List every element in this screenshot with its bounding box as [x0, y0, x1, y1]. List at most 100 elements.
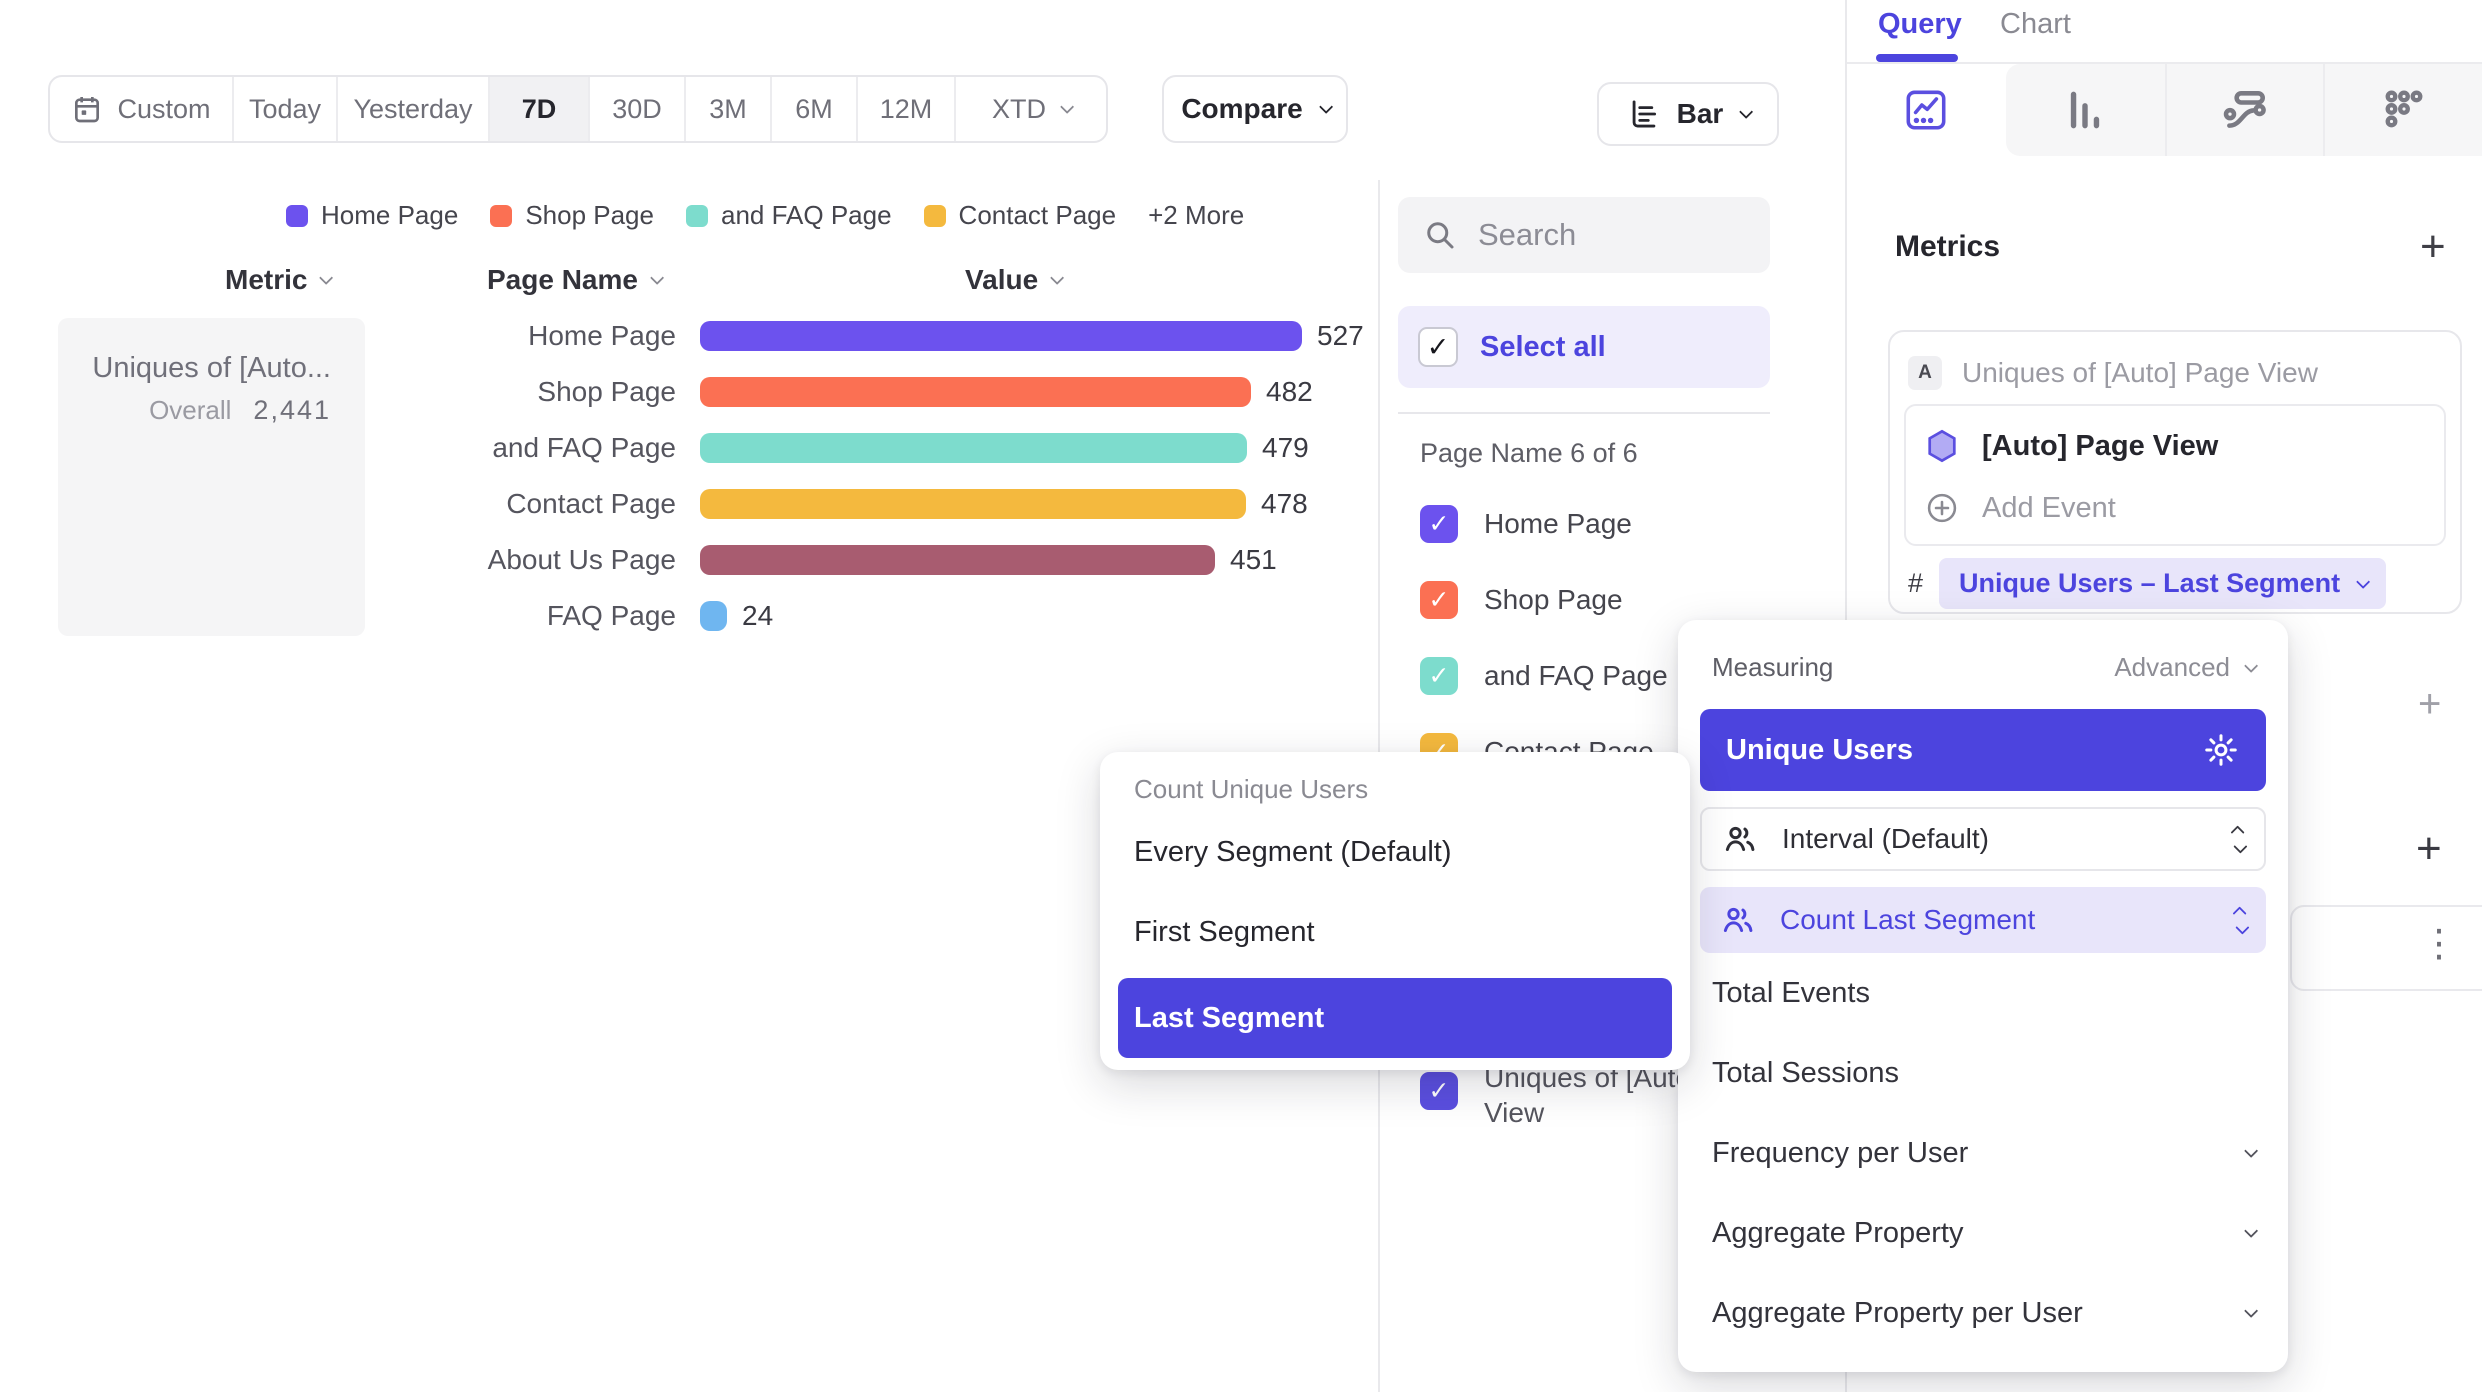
bar-row: and FAQ Page479 [0, 420, 1370, 476]
tab-chart[interactable]: Chart [2000, 8, 2071, 41]
advanced-toggle[interactable]: Advanced [2114, 652, 2254, 683]
bar-and-faq-page[interactable] [700, 433, 1247, 463]
option-first-segment[interactable]: First Segment [1134, 892, 1315, 972]
column-header-page-name[interactable]: Page Name [487, 264, 660, 296]
column-header-value[interactable]: Value [965, 264, 1060, 296]
calendar-icon [71, 93, 103, 125]
column-header-metric[interactable]: Metric [225, 264, 329, 296]
measuring-header: Measuring Advanced [1700, 652, 2266, 683]
active-tab-underline [1876, 54, 1958, 62]
add-event-icon [1924, 490, 1960, 526]
chevron-down-icon [2356, 574, 2370, 588]
range-today[interactable]: Today [232, 77, 336, 141]
report-type-tabs [1847, 64, 2482, 156]
option-aggregate-property-per-user[interactable]: Aggregate Property per User [1700, 1273, 2266, 1353]
chevron-down-icon [1739, 105, 1753, 119]
tab-flows[interactable] [2165, 64, 2324, 156]
option-frequency-per-user[interactable]: Frequency per User [1700, 1113, 2266, 1193]
checkbox-checked[interactable] [1420, 1072, 1458, 1110]
legend-swatch [490, 205, 512, 227]
chevron-down-icon [650, 271, 664, 285]
insights-icon [1901, 85, 1951, 135]
tab-funnels[interactable] [2006, 64, 2165, 156]
segment-count-popup: Count Unique Users Every Segment (Defaul… [1100, 752, 1690, 1070]
bar-row: About Us Page451 [0, 532, 1370, 588]
bar-chart: Home Page527 Shop Page482 and FAQ Page47… [0, 308, 1370, 644]
hash-icon: # [1908, 568, 1923, 599]
chart-type-select[interactable]: Bar [1597, 82, 1779, 146]
bar-about-us-page[interactable] [700, 545, 1215, 575]
users-icon [1720, 902, 1756, 938]
range-30d[interactable]: 30D [588, 77, 684, 141]
range-xtd[interactable]: XTD [954, 77, 1106, 141]
chevron-down-icon [2244, 1304, 2258, 1318]
bar-home-page[interactable] [700, 321, 1302, 351]
range-7d[interactable]: 7D [488, 77, 588, 141]
filter-group-label: Page Name 6 of 6 [1420, 438, 1638, 469]
legend-more[interactable]: +2 More [1148, 200, 1244, 231]
funnel-icon [2060, 85, 2110, 135]
option-unique-users[interactable]: Unique Users [1700, 709, 2266, 791]
compare-button[interactable]: Compare [1162, 75, 1348, 143]
legend-item[interactable]: Shop Page [490, 200, 654, 231]
legend-swatch [286, 205, 308, 227]
gear-icon[interactable] [2202, 731, 2240, 769]
filter-item-home-page[interactable]: Home Page [1398, 486, 1778, 562]
range-label: Custom [117, 94, 210, 125]
popup-title: Count Unique Users [1134, 774, 1368, 805]
bar-row: FAQ Page24 [0, 588, 1370, 644]
checkbox-checked[interactable] [1420, 657, 1458, 695]
add-breakdown-button[interactable]: + [2416, 824, 2442, 874]
metric-card[interactable]: A Uniques of [Auto] Page View [Auto] Pag… [1888, 330, 2462, 614]
bar-shop-page[interactable] [700, 377, 1251, 407]
metrics-section-title: Metrics [1895, 230, 2000, 264]
measure-pill[interactable]: Unique Users – Last Segment [1939, 558, 2386, 609]
legend-swatch [686, 205, 708, 227]
legend-item[interactable]: Home Page [286, 200, 458, 231]
flows-icon [2220, 85, 2270, 135]
hexagon-event-icon [1924, 428, 1960, 464]
metric-badge: A [1908, 356, 1942, 390]
event-row[interactable]: [Auto] Page View [1924, 428, 2218, 464]
bar-row: Shop Page482 [0, 364, 1370, 420]
date-range-toolbar: Custom Today Yesterday 7D 30D 3M 6M 12M … [48, 75, 1108, 143]
bar-row: Contact Page478 [0, 476, 1370, 532]
option-interval-default[interactable]: Interval (Default) [1700, 807, 2266, 871]
tab-query[interactable]: Query [1878, 8, 1962, 41]
kebab-menu-icon[interactable]: ⋮ [2420, 921, 2460, 966]
legend-item[interactable]: and FAQ Page [686, 200, 892, 231]
add-metric-button[interactable]: + [2420, 222, 2446, 272]
range-3m[interactable]: 3M [684, 77, 770, 141]
chevron-down-icon [320, 271, 334, 285]
search-input[interactable]: Search [1398, 197, 1770, 273]
add-event-button[interactable]: Add Event [1924, 490, 2116, 526]
chart-legend: Home Page Shop Page and FAQ Page Contact… [286, 200, 1244, 231]
chevron-down-icon [2244, 658, 2258, 672]
tab-retention[interactable] [2323, 64, 2482, 156]
chevron-down-icon [1319, 100, 1333, 114]
segment-card[interactable]: ⋮ [2290, 905, 2482, 991]
option-last-segment-selected[interactable]: Last Segment [1118, 978, 1672, 1058]
bar-row: Home Page527 [0, 308, 1370, 364]
checkbox-checked[interactable] [1420, 505, 1458, 543]
select-all-checkbox[interactable] [1418, 327, 1458, 367]
add-filter-button[interactable]: + [2418, 682, 2441, 727]
option-total-events[interactable]: Total Events [1700, 953, 2266, 1033]
bar-contact-page[interactable] [700, 489, 1246, 519]
range-6m[interactable]: 6M [770, 77, 856, 141]
bar-faq-page[interactable] [700, 601, 727, 631]
tab-insights[interactable] [1847, 64, 2006, 156]
option-total-sessions[interactable]: Total Sessions [1700, 1033, 2266, 1113]
range-12m[interactable]: 12M [856, 77, 954, 141]
option-aggregate-property[interactable]: Aggregate Property [1700, 1193, 2266, 1273]
checkbox-checked[interactable] [1420, 581, 1458, 619]
search-placeholder: Search [1478, 217, 1576, 253]
range-yesterday[interactable]: Yesterday [336, 77, 488, 141]
select-all-row[interactable]: Select all [1398, 306, 1770, 388]
legend-item[interactable]: Contact Page [924, 200, 1117, 231]
option-count-last-segment[interactable]: Count Last Segment [1700, 887, 2266, 953]
metric-card-header: A Uniques of [Auto] Page View [1908, 356, 2318, 390]
option-every-segment[interactable]: Every Segment (Default) [1134, 812, 1452, 892]
search-icon [1422, 217, 1458, 253]
range-custom[interactable]: Custom [50, 77, 232, 141]
